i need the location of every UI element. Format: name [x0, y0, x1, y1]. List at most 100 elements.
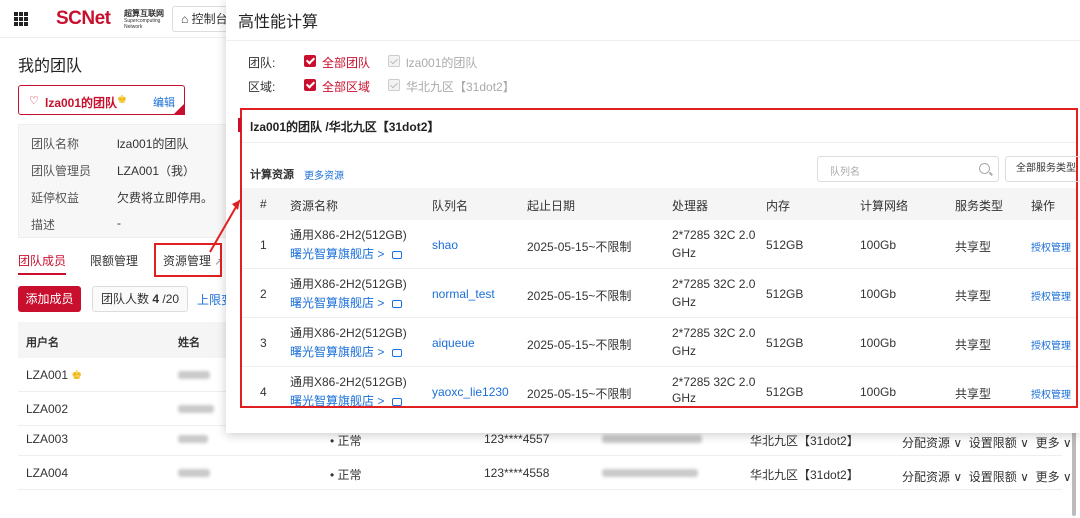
network-value: 100Gb — [860, 287, 897, 301]
info-label: 延停权益 — [31, 191, 80, 205]
table-row: LZA004 • 正常 123****4558 华北九区【31dot2】 分配资… — [18, 456, 1072, 490]
queue-link[interactable]: yaoxc_lie1230 — [432, 385, 509, 399]
row-index: 2 — [260, 287, 267, 301]
phone-cell: 123****4557 — [484, 432, 550, 446]
tab-quota[interactable]: 限额管理 — [90, 252, 138, 269]
email-cell — [602, 432, 702, 446]
brand-logo[interactable]: SCNet — [56, 8, 111, 30]
modal-title: 高性能计算 — [238, 14, 319, 31]
team-edit-link[interactable]: 编辑 — [153, 94, 175, 110]
store-link[interactable]: 曙光智算旗舰店 > — [290, 392, 403, 406]
row-index: 3 — [260, 336, 267, 350]
phone-cell: 123****4558 — [484, 466, 550, 480]
store-link[interactable]: 曙光智算旗舰店 > — [290, 245, 403, 262]
row-index: 1 — [260, 238, 267, 252]
info-label: 描述 — [31, 218, 56, 232]
queue-search-input[interactable]: 队列名 — [817, 156, 999, 182]
brand-logo-subtitle: 超算互联网 Supercomputing Network — [124, 9, 164, 30]
user-icon: ♡ — [29, 95, 39, 107]
queue-link[interactable]: normal_test — [432, 287, 495, 301]
tab-members[interactable]: 团队成员 — [18, 252, 67, 275]
cpu-line1: 2*7285 32C 2.0 — [672, 228, 756, 242]
member-count-total: /20 — [162, 292, 180, 306]
memory-value: 512GB — [766, 336, 804, 350]
admin-crown-icon: ♚ — [117, 94, 127, 106]
selected-corner-icon — [173, 103, 185, 115]
region-all-label[interactable]: 全部区域 — [322, 78, 370, 95]
name-cell — [178, 368, 210, 382]
resource-tab-highlight — [154, 243, 222, 277]
date-range: 2025-05-15~不限制 — [527, 240, 632, 254]
service-type-value: 共享型 — [955, 240, 992, 254]
panel-title: lza001的团队 /华北九区【31dot2】 — [250, 120, 440, 134]
region-option-label[interactable]: 华北九区【31dot2】 — [406, 78, 515, 95]
authorize-button[interactable]: 授权管理 — [1031, 386, 1071, 401]
member-count-value: 4 — [152, 292, 160, 306]
page-title: 我的团队 — [18, 58, 83, 75]
search-icon[interactable] — [979, 163, 990, 174]
authorize-button[interactable]: 授权管理 — [1031, 288, 1071, 303]
service-type-select[interactable]: 全部服务类型 — [1005, 156, 1080, 182]
team-card[interactable]: ♡ lza001的团队 ♚ 编辑 — [18, 85, 185, 115]
divider — [226, 40, 1080, 41]
app-grid-icon[interactable] — [14, 12, 28, 26]
email-cell — [602, 466, 698, 480]
queue-link[interactable]: aiqueue — [432, 336, 475, 350]
resource-name: 通用X86-2H2(512GB) — [290, 277, 407, 291]
resource-row: 4 通用X86-2H2(512GB) 曙光智算旗舰店 > yaoxc_lie12… — [242, 367, 1076, 406]
info-value: LZA001（我） — [117, 164, 196, 178]
region-option-checkbox[interactable] — [388, 79, 400, 91]
team-all-checkbox[interactable] — [304, 55, 316, 67]
authorize-button[interactable]: 授权管理 — [1031, 337, 1071, 352]
chat-icon — [392, 397, 403, 406]
compute-resources-title: 计算资源 — [250, 169, 294, 181]
row-actions[interactable]: 分配资源 ∨ 设置限额 ∨ 更多 ∨ — [902, 434, 1072, 451]
team-info-box: 团队名称 lza001的团队 团队管理员 LZA001（我） 延停权益 欠费将立… — [18, 124, 233, 238]
store-link[interactable]: 曙光智算旗舰店 > — [290, 343, 403, 360]
col-resource-name: 资源名称 — [290, 199, 339, 213]
more-resources-link[interactable]: 更多资源 — [304, 167, 344, 182]
member-count-label: 团队人数 — [101, 292, 150, 306]
region-all-checkbox[interactable] — [304, 79, 316, 91]
col-name: 姓名 — [178, 337, 200, 349]
username-cell: LZA001 ♚ — [26, 368, 83, 382]
hpc-modal: 高性能计算 团队: 全部团队 lza001的团队 区域: 全部区域 华北九区【3… — [226, 0, 1080, 433]
cpu-line1: 2*7285 32C 2.0 — [672, 277, 756, 291]
name-cell — [178, 432, 208, 446]
divider — [242, 142, 1076, 143]
col-index: # — [260, 197, 267, 211]
memory-value: 512GB — [766, 287, 804, 301]
resource-row: 1 通用X86-2H2(512GB) 曙光智算旗舰店 > shao 2025-0… — [242, 220, 1076, 269]
filter-team-label: 团队: — [248, 56, 276, 70]
team-all-label[interactable]: 全部团队 — [322, 54, 370, 71]
row-actions[interactable]: 分配资源 ∨ 设置限额 ∨ 更多 ∨ — [902, 468, 1072, 485]
authorize-button[interactable]: 授权管理 — [1031, 239, 1071, 254]
username-cell: LZA002 — [26, 402, 69, 416]
col-network: 计算网络 — [860, 199, 909, 213]
service-type-value: 共享型 — [955, 338, 992, 352]
username-cell: LZA004 — [26, 466, 69, 480]
service-type-value: 共享型 — [955, 387, 992, 401]
info-value: 欠费将立即停用。 — [117, 191, 214, 205]
info-label: 团队名称 — [31, 137, 80, 151]
add-member-button[interactable]: 添加成员 — [18, 286, 81, 312]
page-scrollbar[interactable] — [1072, 430, 1076, 516]
team-option-checkbox[interactable] — [388, 55, 400, 67]
resource-row: 2 通用X86-2H2(512GB) 曙光智算旗舰店 > normal_test… — [242, 269, 1076, 318]
username-cell: LZA003 — [26, 432, 69, 446]
memory-value: 512GB — [766, 238, 804, 252]
network-value: 100Gb — [860, 385, 897, 399]
row-index: 4 — [260, 385, 267, 399]
queue-link[interactable]: shao — [432, 238, 458, 252]
col-memory: 内存 — [766, 199, 791, 213]
cpu-line2: GHz — [672, 391, 696, 405]
team-card-name: lza001的团队 — [45, 96, 118, 110]
region-cell: 华北九区【31dot2】 — [750, 434, 859, 448]
store-link[interactable]: 曙光智算旗舰店 > — [290, 294, 403, 311]
team-option-label[interactable]: lza001的团队 — [406, 54, 477, 71]
resource-name: 通用X86-2H2(512GB) — [290, 228, 407, 242]
col-actions: 操作 — [1031, 199, 1056, 213]
resource-name: 通用X86-2H2(512GB) — [290, 326, 407, 340]
chat-icon — [392, 348, 403, 357]
date-range: 2025-05-15~不限制 — [527, 289, 632, 303]
